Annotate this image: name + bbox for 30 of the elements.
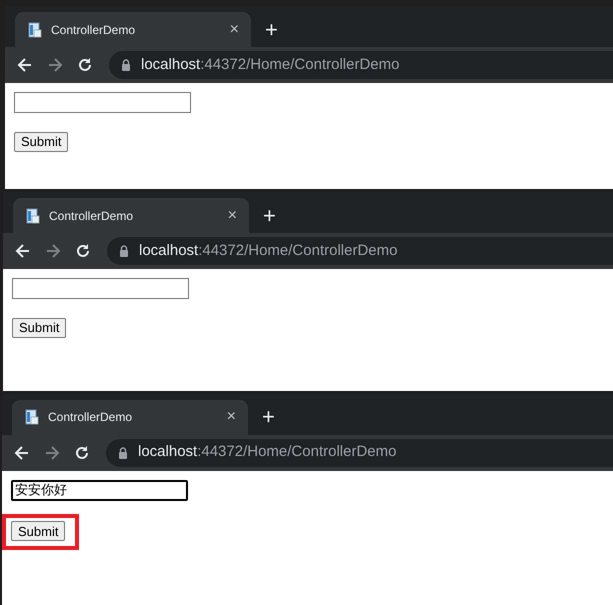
address-bar[interactable]: localhost:44372/Home/ControllerDemo: [109, 51, 613, 79]
address-bar[interactable]: localhost:44372/Home/ControllerDemo: [107, 237, 613, 266]
new-tab-button[interactable]: +: [265, 12, 278, 47]
lock-icon: [118, 446, 128, 459]
text-field[interactable]: [12, 278, 189, 300]
text-field[interactable]: [14, 92, 191, 113]
page-icon: [25, 208, 41, 224]
new-tab-button[interactable]: +: [262, 400, 275, 435]
url-text: localhost:44372/Home/ControllerDemo: [141, 54, 400, 75]
page-icon: [24, 409, 40, 426]
address-bar[interactable]: localhost:44372/Home/ControllerDemo: [106, 438, 613, 467]
submit-button[interactable]: Submit: [11, 521, 66, 542]
tab-title: ControllerDemo: [51, 22, 136, 38]
submit-button[interactable]: Submit: [12, 318, 66, 338]
browser-tab[interactable]: ControllerDemo ×: [13, 198, 249, 234]
new-tab-button[interactable]: +: [263, 198, 276, 234]
page-icon: [27, 22, 43, 38]
lock-icon: [121, 59, 131, 71]
close-tab-button[interactable]: ×: [228, 208, 237, 224]
submit-button[interactable]: Submit: [14, 132, 68, 152]
url-text: localhost:44372/Home/ControllerDemo: [139, 241, 398, 262]
browser-tab[interactable]: ControllerDemo ×: [12, 400, 248, 435]
lock-icon: [119, 245, 129, 258]
browser-tab[interactable]: ControllerDemo ×: [15, 12, 251, 47]
tab-title: ControllerDemo: [48, 409, 134, 426]
close-tab-button[interactable]: ×: [230, 22, 239, 38]
text-field[interactable]: 安安你好: [11, 480, 188, 501]
close-tab-button[interactable]: ×: [226, 409, 236, 426]
tab-title: ControllerDemo: [49, 208, 134, 225]
url-text: localhost:44372/Home/ControllerDemo: [138, 442, 396, 462]
